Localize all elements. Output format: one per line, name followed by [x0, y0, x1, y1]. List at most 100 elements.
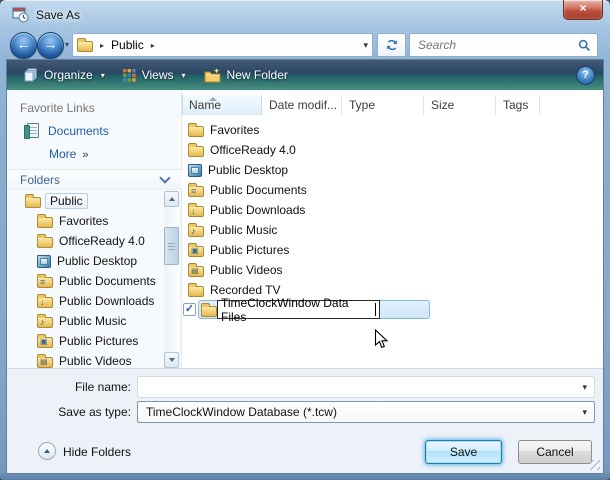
- save-as-type-combo[interactable]: TimeClockWindow Database (*.tcw) ▾: [137, 401, 595, 423]
- save-button[interactable]: Save: [425, 440, 502, 464]
- file-name-label: File name:: [7, 380, 131, 394]
- favorite-links-list: Documents: [27, 123, 109, 138]
- views-button[interactable]: Views ▾: [114, 63, 195, 87]
- tree-item[interactable]: Public Desktop: [7, 251, 163, 271]
- folder-icon: [37, 237, 53, 248]
- folder-icon: [25, 197, 41, 208]
- dropdown-arrow-icon[interactable]: ▾: [582, 407, 587, 418]
- file-row[interactable]: Public Pictures: [182, 240, 603, 260]
- save-options-pane: File name: ▾ Save as type: TimeClockWind…: [7, 368, 603, 473]
- views-dropdown-icon: ▾: [182, 71, 186, 80]
- breadcrumb-dropdown-icon[interactable]: ▾: [357, 40, 368, 51]
- tree-item[interactable]: Public Music: [7, 311, 163, 331]
- file-name-combo[interactable]: ▾: [137, 376, 595, 398]
- triangle-up-icon: [169, 197, 175, 201]
- desktop-icon: [188, 164, 202, 177]
- documents-icon: [27, 123, 39, 138]
- file-name-input[interactable]: [138, 380, 594, 394]
- help-button[interactable]: ?: [576, 66, 595, 85]
- folder-downloads-icon: [188, 206, 204, 217]
- refresh-icon: [385, 38, 399, 52]
- sort-ascending-icon: [209, 97, 217, 101]
- new-folder-edit-row[interactable]: ✓ TimeClockWindow Data Files: [182, 300, 603, 320]
- organize-dropdown-icon: ▾: [101, 71, 105, 80]
- triangle-up-icon: [44, 449, 50, 453]
- forward-button[interactable]: →: [37, 32, 64, 59]
- tree-item[interactable]: Public Pictures: [7, 331, 163, 351]
- dialog-content: Organize ▾ Views ▾ New Folder: [7, 60, 603, 473]
- column-header[interactable]: Size: [424, 95, 496, 115]
- column-header[interactable]: Type: [342, 95, 424, 115]
- search-input[interactable]: [416, 37, 578, 53]
- folder-icon: [188, 286, 204, 297]
- breadcrumb-separator-icon[interactable]: ▸: [151, 41, 155, 50]
- more-arrows-icon: »: [82, 149, 88, 161]
- folder-pictures-icon: [188, 246, 204, 257]
- folder-documents-icon: [188, 186, 204, 197]
- column-headers: Name Date modif... Type Size: [182, 95, 603, 115]
- file-row[interactable]: Public Music: [182, 220, 603, 240]
- file-row[interactable]: Public Desktop: [182, 160, 603, 180]
- save-as-type-label: Save as type:: [7, 405, 131, 419]
- close-button[interactable]: ×: [563, 0, 603, 20]
- folders-expander[interactable]: Folders: [7, 169, 182, 190]
- recent-pages-chevron-icon[interactable]: ▾: [65, 40, 69, 49]
- new-folder-button[interactable]: New Folder: [195, 63, 297, 87]
- folder-music-icon: [188, 226, 204, 237]
- hide-folders-label[interactable]: Hide Folders: [63, 445, 131, 459]
- scroll-down-button[interactable]: [164, 352, 179, 368]
- column-header[interactable]: [532, 95, 540, 115]
- tree-scrollbar[interactable]: [164, 191, 179, 368]
- breadcrumb[interactable]: ▸ Public ▸ ▾: [72, 33, 373, 57]
- search-box[interactable]: [409, 33, 598, 57]
- organize-icon: [24, 68, 38, 82]
- file-row[interactable]: Public Documents: [182, 180, 603, 200]
- favorite-link[interactable]: Documents: [48, 124, 109, 138]
- hide-folders-button[interactable]: [38, 442, 56, 460]
- file-row[interactable]: Public Videos: [182, 260, 603, 280]
- column-header[interactable]: Date modif...: [262, 95, 342, 115]
- text-caret: [375, 303, 376, 316]
- cancel-button[interactable]: Cancel: [518, 440, 592, 464]
- tree-item[interactable]: Public Documents: [7, 271, 163, 291]
- scroll-up-button[interactable]: [164, 191, 179, 207]
- breadcrumb-location[interactable]: Public: [111, 38, 144, 52]
- item-checkbox[interactable]: ✓: [183, 303, 196, 316]
- resize-grip[interactable]: [590, 460, 600, 470]
- folder-icon: [77, 41, 93, 52]
- file-rows: Favorites OfficeReady 4.0 Public Desktop: [182, 120, 603, 300]
- tree-item[interactable]: Public Downloads: [7, 291, 163, 311]
- folder-icon: [188, 146, 204, 157]
- file-list: Name Date modif... Type Size: [182, 90, 603, 368]
- tree-item[interactable]: OfficeReady 4.0: [7, 231, 163, 251]
- dropdown-arrow-icon[interactable]: ▾: [582, 382, 587, 393]
- tree-item[interactable]: Favorites: [7, 211, 163, 231]
- tree-item[interactable]: Public Videos: [7, 351, 163, 368]
- folder-icon: [37, 217, 53, 228]
- folder-pictures-icon: [37, 337, 53, 348]
- more-links[interactable]: More»: [49, 147, 88, 161]
- window-title: Save As: [36, 8, 80, 22]
- column-header[interactable]: Tags: [496, 95, 532, 115]
- refresh-button[interactable]: [377, 33, 406, 57]
- column-header[interactable]: Name: [182, 95, 262, 115]
- breadcrumb-separator-icon[interactable]: ▸: [100, 41, 104, 50]
- back-button[interactable]: ←: [10, 32, 37, 59]
- tree-item[interactable]: Public: [7, 191, 163, 211]
- chevron-down-icon: [159, 172, 170, 183]
- organize-button[interactable]: Organize ▾: [15, 63, 114, 87]
- file-row[interactable]: Favorites: [182, 120, 603, 140]
- folder-music-icon: [37, 317, 53, 328]
- file-row[interactable]: Public Downloads: [182, 200, 603, 220]
- folder-documents-icon: [37, 277, 53, 288]
- save-as-dialog: Save As × ← → ▾ ▸ Public ▸ ▾: [0, 0, 610, 480]
- views-icon: [123, 69, 136, 82]
- folder-videos-icon: [188, 266, 204, 277]
- file-row[interactable]: OfficeReady 4.0: [182, 140, 603, 160]
- folder-downloads-icon: [37, 297, 53, 308]
- rename-input[interactable]: TimeClockWindow Data Files: [217, 300, 380, 319]
- new-folder-icon: [204, 68, 221, 83]
- scrollbar-thumb[interactable]: [164, 227, 179, 265]
- folders-tree: Public Favorites OfficeReady 4.0: [7, 191, 163, 368]
- desktop-icon: [37, 255, 51, 268]
